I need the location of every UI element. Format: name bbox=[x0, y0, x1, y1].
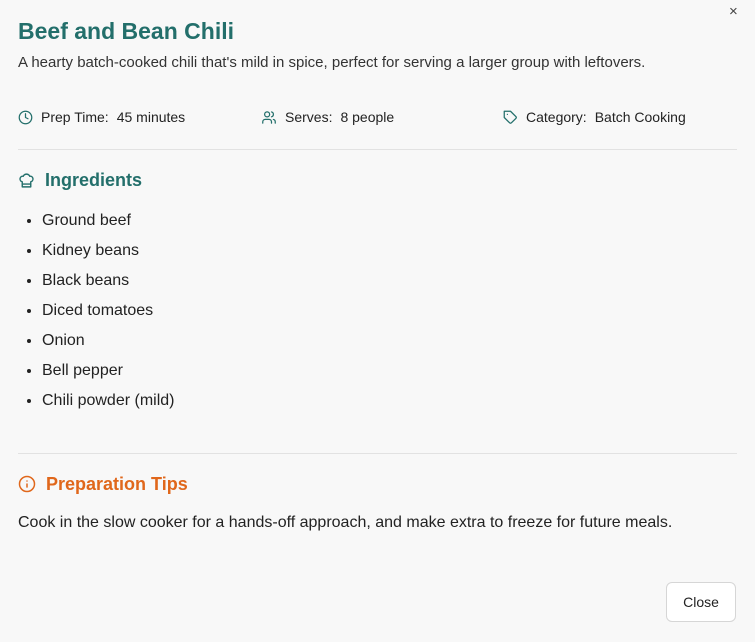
ingredients-heading-text: Ingredients bbox=[45, 170, 143, 190]
category-label: Category: bbox=[526, 109, 587, 125]
ingredient-item: Onion bbox=[42, 326, 737, 356]
ingredient-item: Chili powder (mild) bbox=[42, 386, 737, 416]
prep-time-label: Prep Time: bbox=[41, 109, 109, 125]
tips-text: Cook in the slow cooker for a hands-off … bbox=[18, 514, 673, 531]
tag-icon bbox=[503, 110, 517, 124]
users-icon bbox=[262, 110, 276, 124]
recipe-meta: Prep Time: 45 minutes Serves: 8 people C… bbox=[18, 107, 737, 127]
category: Category: Batch Cooking bbox=[503, 107, 686, 127]
ingredient-item: Kidney beans bbox=[42, 236, 737, 266]
recipe-dialog: × Beef and Bean Chili A hearty batch-coo… bbox=[0, 0, 755, 642]
serves-value: 8 people bbox=[340, 109, 395, 125]
clock-icon bbox=[18, 110, 33, 124]
tips-heading-text: Preparation Tips bbox=[46, 474, 188, 494]
ingredient-item: Ground beef bbox=[42, 206, 737, 236]
prep-time: Prep Time: 45 minutes bbox=[18, 107, 185, 127]
recipe-description: A hearty batch-cooked chili that's mild … bbox=[18, 54, 646, 71]
recipe-title: Beef and Bean Chili bbox=[18, 18, 234, 44]
serves-label: Serves: bbox=[285, 109, 333, 125]
ingredient-item: Diced tomatoes bbox=[42, 296, 737, 326]
tips-heading: Preparation Tips bbox=[18, 473, 737, 495]
close-icon[interactable]: × bbox=[729, 4, 743, 19]
prep-time-value: 45 minutes bbox=[116, 109, 186, 125]
close-button[interactable]: Close bbox=[666, 582, 736, 622]
category-value: Batch Cooking bbox=[594, 109, 686, 125]
ingredient-item: Bell pepper bbox=[42, 356, 737, 386]
serves: Serves: 8 people bbox=[261, 107, 394, 127]
chef-hat-icon bbox=[19, 172, 34, 188]
divider bbox=[18, 149, 737, 150]
ingredient-item: Black beans bbox=[42, 266, 737, 296]
ingredients-list: Ground beef Kidney beans Black beans Dic… bbox=[18, 206, 737, 416]
ingredients-heading: Ingredients bbox=[18, 169, 737, 191]
info-icon bbox=[18, 475, 36, 493]
divider bbox=[18, 453, 737, 454]
